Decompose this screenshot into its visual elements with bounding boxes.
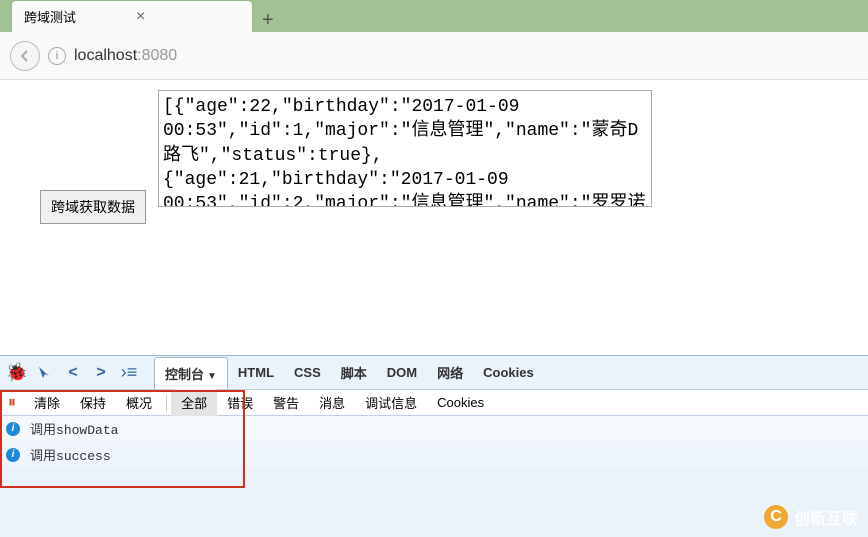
firebug-icon[interactable]: 🐞 [8,364,26,382]
tab-dom[interactable]: DOM [377,359,427,386]
console-line[interactable]: i 调用success [0,442,868,468]
console-output: i 调用showData i 调用success [0,416,868,468]
watermark-logo-icon: C [764,505,788,529]
page-body: 跨域获取数据 [0,80,868,355]
watermark-text: 创新互联 [794,505,858,529]
nav-next-icon[interactable]: > [92,364,110,382]
arrow-left-icon [18,49,32,63]
tab-html[interactable]: HTML [228,359,284,386]
tab-console[interactable]: 控制台▼ [154,357,228,389]
browser-tab[interactable]: 跨域测试 × [12,1,252,32]
break-icon[interactable]: ⏸ [0,394,24,412]
console-text: 调用success [30,445,111,464]
tab-close-icon[interactable]: × [136,8,145,26]
subtab-all[interactable]: 全部 [171,389,217,416]
url-port: :8080 [137,47,177,64]
tab-title: 跨域测试 [24,7,76,26]
console-text: 调用showData [30,419,118,438]
subtab-profile[interactable]: 概况 [116,389,162,416]
dropdown-arrow-icon: ▼ [207,371,217,382]
new-tab-button[interactable]: + [252,9,284,32]
separator [166,394,167,412]
subtab-clear[interactable]: 清除 [24,389,70,416]
subtab-warnings[interactable]: 警告 [263,389,309,416]
subtab-cookies2[interactable]: Cookies [427,391,494,414]
info-icon: i [6,448,20,462]
nav-back-button[interactable] [10,41,40,71]
subtab-debug[interactable]: 调试信息 [355,389,427,416]
fetch-data-button[interactable]: 跨域获取数据 [40,190,146,224]
subtab-persist[interactable]: 保持 [70,389,116,416]
subtab-errors[interactable]: 错误 [217,389,263,416]
watermark: C 创新互联 [764,505,858,529]
devtools-panel: 🐞 < > ›≡ 控制台▼ HTML CSS 脚本 DOM 网络 Cookies… [0,355,868,537]
site-info-icon[interactable]: i [48,47,66,65]
subtab-info[interactable]: 消息 [309,389,355,416]
address-bar[interactable]: localhost:8080 [74,47,858,65]
step-icon[interactable]: ›≡ [120,364,138,382]
tab-cookies[interactable]: Cookies [473,359,544,386]
nav-prev-icon[interactable]: < [64,364,82,382]
inspect-icon[interactable] [36,364,54,382]
console-line[interactable]: i 调用showData [0,416,868,442]
info-icon: i [6,422,20,436]
url-host: localhost [74,47,137,64]
tab-network[interactable]: 网络 [427,357,473,388]
tab-css[interactable]: CSS [284,359,331,386]
tab-script[interactable]: 脚本 [331,357,377,388]
response-textarea[interactable] [158,90,652,207]
